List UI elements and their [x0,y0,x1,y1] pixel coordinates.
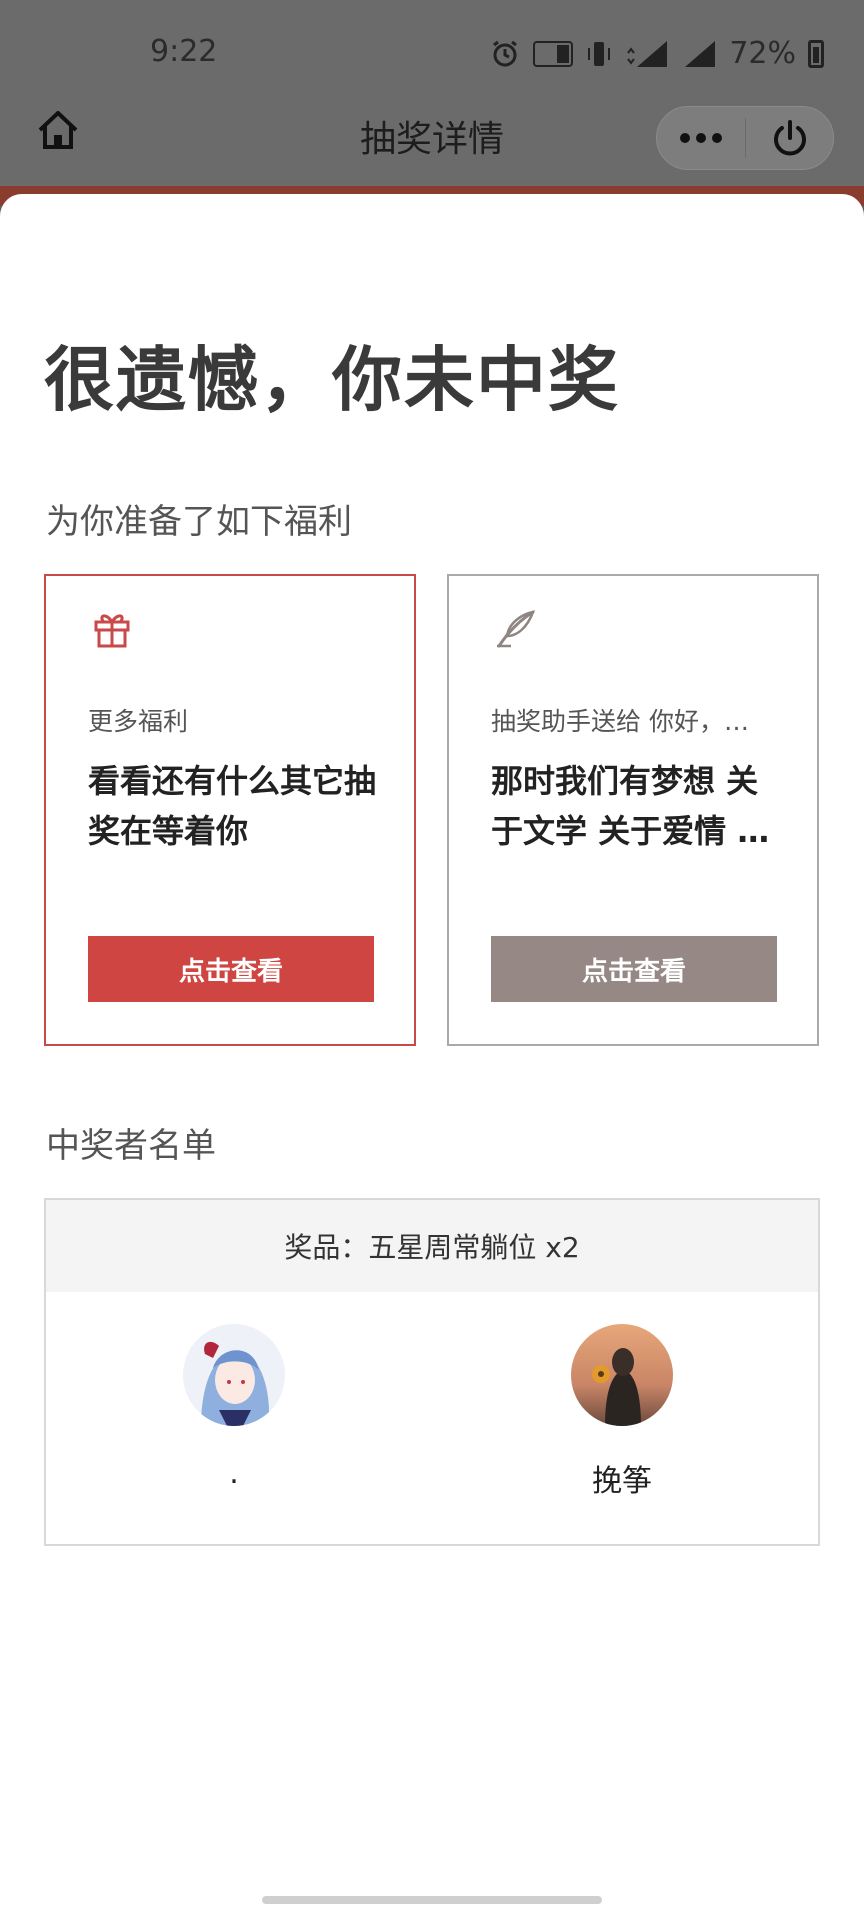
avatar [571,1324,673,1426]
volte-icon [533,40,574,67]
benefits-section-label: 为你准备了如下福利 [46,502,352,542]
more-dots-icon [680,133,722,143]
mini-program-capsule [656,106,834,170]
winner-name: . [229,1456,239,1491]
vibrate-icon [588,41,611,66]
view-message-button[interactable]: 点击查看 [491,936,777,1002]
battery-percentage: 72% [729,36,796,71]
card-subtitle: 抽奖助手送给 你好，… [491,707,749,736]
more-button[interactable] [657,107,745,169]
gift-icon [94,614,130,648]
status-icons: 72% [489,36,824,71]
result-headline: 很遗憾，你未中奖 [44,338,620,421]
winner-item[interactable]: 挽筝 [522,1324,722,1500]
winner-item[interactable]: . [134,1324,334,1491]
view-more-button[interactable]: 点击查看 [88,936,374,1002]
close-button[interactable] [746,107,833,169]
signal-4g-icon [627,40,668,67]
benefit-card-more[interactable]: 更多福利 看看还有什么其它抽奖在等着你 点击查看 [44,574,416,1046]
winners-section-label: 中奖者名单 [46,1126,216,1166]
power-icon [773,120,806,156]
feather-icon [497,610,535,648]
result-sheet: 很遗憾，你未中奖 为你准备了如下福利 更多福利 看看还有什么其它抽奖在等着你 点… [0,194,864,1920]
avatar [183,1324,285,1426]
card-subtitle: 更多福利 [88,707,189,736]
card-title: 看看还有什么其它抽奖在等着你 [88,762,377,850]
nav-bar: 抽奖详情 [0,100,864,186]
status-time: 9:22 [150,34,218,69]
winners-list: 奖品：五星周常躺位 x2 . 挽筝 [44,1198,820,1546]
status-bar: 9:22 72% [0,0,864,100]
signal-4g-icon [685,40,716,67]
winner-name: 挽筝 [592,1464,652,1499]
alarm-icon [493,40,518,66]
benefit-card-gift-message[interactable]: 抽奖助手送给 你好，… 那时我们有梦想 关于文学 关于爱情 … 点击查看 [447,574,819,1046]
card-title: 那时我们有梦想 关于文学 关于爱情 … [491,762,770,850]
home-indicator[interactable] [262,1896,602,1904]
prize-label: 奖品：五星周常躺位 x2 [46,1200,818,1292]
battery-icon [808,39,824,68]
